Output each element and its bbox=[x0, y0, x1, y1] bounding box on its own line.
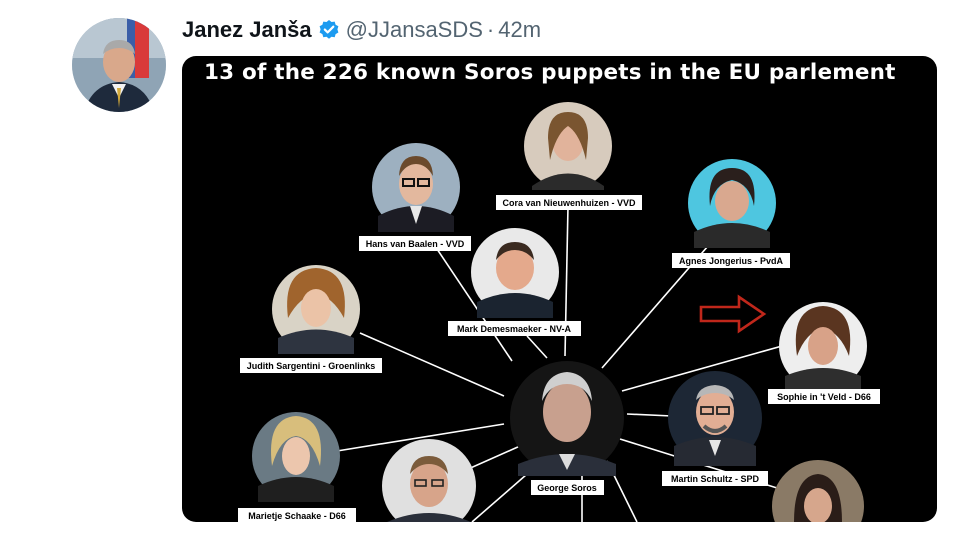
portrait-mark bbox=[471, 228, 559, 318]
label-martin: Martin Schultz - SPD bbox=[671, 474, 760, 484]
avatar-portrait bbox=[72, 18, 166, 112]
label-hans: Hans van Baalen - VVD bbox=[366, 239, 465, 249]
portrait-sophie bbox=[779, 302, 867, 390]
image-title: 13 of the 226 known Soros puppets in the… bbox=[204, 60, 896, 85]
header-separator: · bbox=[486, 17, 495, 42]
label-mark: Mark Demesmaeker - NV-A bbox=[457, 324, 572, 334]
network-graphic: Cora van Nieuwenhuizen - VVD Hans van Ba… bbox=[238, 102, 880, 522]
portrait-bottom-right bbox=[772, 460, 864, 522]
author-avatar[interactable] bbox=[72, 18, 166, 112]
portrait-judith bbox=[272, 265, 360, 354]
portrait-martin bbox=[668, 371, 762, 466]
label-george: George Soros bbox=[537, 483, 597, 493]
label-agnes: Agnes Jongerius - PvdA bbox=[679, 256, 784, 266]
author-name[interactable]: Janez Janša bbox=[182, 17, 312, 43]
portrait-hans bbox=[372, 143, 460, 232]
tweet-header: Janez Janša @JJansaSDS · 42m bbox=[182, 14, 541, 46]
red-arrow-icon bbox=[699, 294, 767, 334]
tweet-timestamp[interactable]: 42m bbox=[498, 17, 541, 43]
author-handle[interactable]: @JJansaSDS bbox=[346, 17, 483, 43]
tweet-media-image[interactable]: Cora van Nieuwenhuizen - VVD Hans van Ba… bbox=[182, 56, 937, 522]
portrait-george bbox=[510, 361, 624, 476]
portrait-cora bbox=[524, 102, 612, 190]
label-judith: Judith Sargentini - Groenlinks bbox=[247, 361, 376, 371]
portrait-bottom-center bbox=[382, 439, 476, 522]
label-marietje: Marietje Schaake - D66 bbox=[248, 511, 346, 521]
portrait-marietje bbox=[252, 412, 340, 502]
label-cora: Cora van Nieuwenhuizen - VVD bbox=[502, 198, 636, 208]
label-sophie: Sophie in 't Veld - D66 bbox=[777, 392, 871, 402]
portrait-agnes bbox=[688, 159, 776, 248]
verified-badge-icon bbox=[318, 19, 340, 41]
